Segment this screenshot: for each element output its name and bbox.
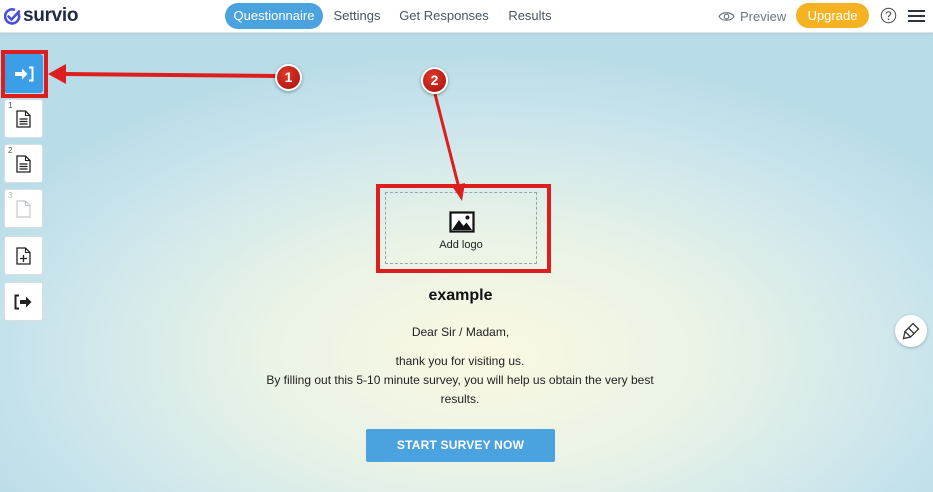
annotation-badge-1: 1 bbox=[275, 64, 302, 91]
arrow-to-intro-page bbox=[63, 72, 277, 78]
annotation-arrows bbox=[48, 64, 465, 201]
arrowhead bbox=[48, 64, 66, 84]
arrowhead bbox=[452, 183, 465, 201]
annotation-badge-2: 2 bbox=[421, 67, 448, 94]
arrow-to-add-logo bbox=[433, 93, 461, 189]
